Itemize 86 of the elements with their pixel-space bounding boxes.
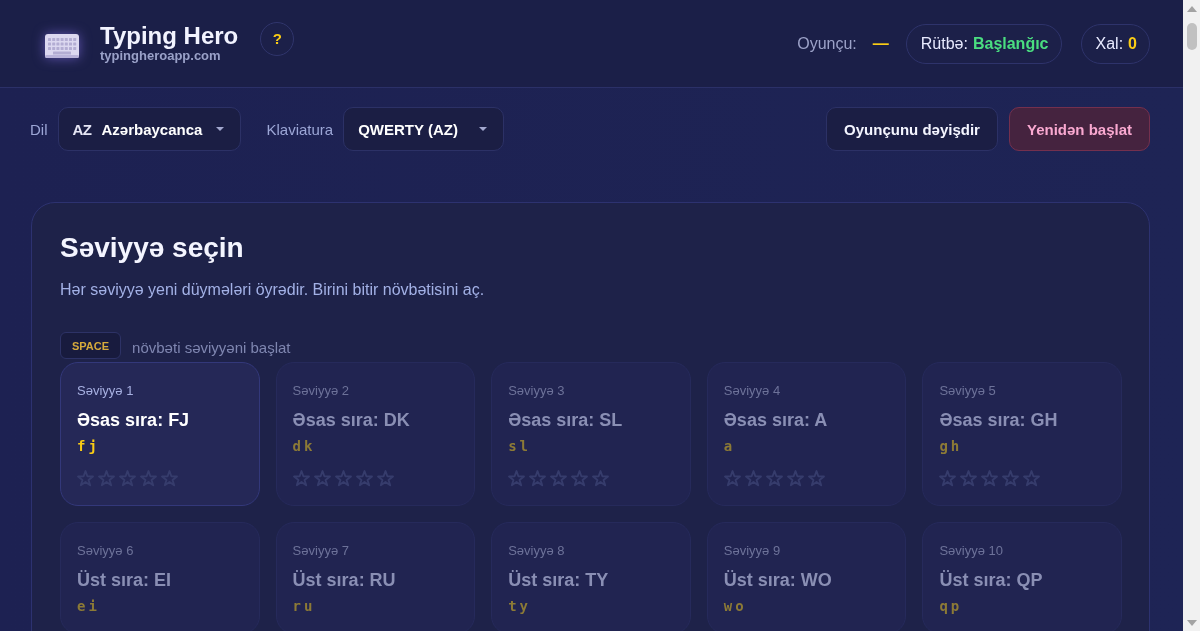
level-card[interactable]: Səviyyə 10 Üst sıra: QP qp <box>922 522 1122 631</box>
star-outline-icon <box>334 469 352 487</box>
level-card[interactable]: Səviyyə 2 Əsas sıra: DK dk <box>275 362 476 506</box>
keyboard-select[interactable]: QWERTY (AZ) <box>343 107 505 151</box>
star-outline-icon <box>981 469 999 487</box>
level-keys: wo <box>723 596 747 616</box>
space-key-badge: SPACE <box>60 332 122 359</box>
star-outline-icon <box>550 469 568 487</box>
app-title: Typing Hero <box>100 23 239 49</box>
level-title: Üst sıra: QP <box>939 569 1043 592</box>
level-keys: gh <box>939 436 963 456</box>
scroll-up-icon[interactable] <box>1186 6 1197 12</box>
level-keys: fj <box>77 436 100 456</box>
star-outline-icon <box>939 469 957 487</box>
caret-icon <box>215 127 224 131</box>
level-card[interactable]: Səviyyə 8 Üst sıra: TY ty <box>491 522 691 631</box>
hint-text: növbəti səviyyəni başlat <box>132 338 291 356</box>
level-keys: ty <box>508 596 532 616</box>
language-label: Dil <box>30 120 48 138</box>
level-keys: a <box>723 436 736 456</box>
level-card[interactable]: Səviyyə 7 Üst sıra: RU ru <box>275 522 476 631</box>
caret-icon <box>479 127 488 131</box>
scrollbar-thumb[interactable] <box>1186 23 1197 50</box>
star-outline-icon <box>529 469 547 487</box>
player-label: Oyunçu: <box>797 34 857 53</box>
player-name: — <box>872 34 889 53</box>
star-outline-icon <box>807 469 825 487</box>
level-keys: qp <box>939 596 963 616</box>
level-number: Səviyyə 1 <box>77 382 134 400</box>
star-outline-icon <box>960 469 978 487</box>
level-card[interactable]: Səviyyə 4 Əsas sıra: A a <box>706 362 907 506</box>
level-number: Səviyyə 5 <box>939 382 996 400</box>
level-number: Səviyyə 4 <box>723 382 781 400</box>
star-outline-icon <box>765 469 783 487</box>
level-card[interactable]: Səviyyə 9 Üst sıra: WO wo <box>706 522 907 631</box>
star-outline-icon <box>723 469 741 487</box>
level-title: Üst sıra: RU <box>292 569 396 592</box>
level-card[interactable]: Səviyyə 1 Əsas sıra: FJ fj <box>60 362 260 506</box>
level-card[interactable]: Səviyyə 5 Əsas sıra: GH gh <box>922 362 1122 506</box>
level-keys: ei <box>77 596 100 616</box>
level-title: Əsas sıra: A <box>723 409 828 432</box>
level-number: Səviyyə 10 <box>939 542 1003 560</box>
star-outline-icon <box>1023 469 1041 487</box>
scroll-down-icon[interactable] <box>1186 620 1197 626</box>
level-number: Səviyyə 9 <box>723 542 781 560</box>
level-keys: dk <box>292 436 316 456</box>
level-keys: sl <box>508 436 532 456</box>
star-outline-icon <box>1002 469 1020 487</box>
star-outline-icon <box>508 469 526 487</box>
change-player-button[interactable]: Oyunçunu dəyişdir <box>826 107 998 151</box>
scrollbar[interactable] <box>1183 0 1200 631</box>
level-number: Səviyyə 3 <box>508 382 565 400</box>
star-outline-icon <box>592 469 610 487</box>
help-button[interactable]: ? <box>260 21 295 56</box>
star-outline-icon <box>313 469 331 487</box>
level-keys: ru <box>292 596 316 616</box>
star-outline-icon <box>292 469 310 487</box>
rank-value: Başlanğıc <box>972 34 1049 53</box>
level-title: Əsas sıra: SL <box>508 409 623 432</box>
rank-label: Rütbə: <box>920 34 968 53</box>
keyboard-label: Klaviatura <box>266 120 334 138</box>
score-value: 0 <box>1128 34 1137 53</box>
language-select[interactable]: AZ Azərbaycanca <box>57 107 241 151</box>
level-title: Əsas sıra: FJ <box>77 409 190 432</box>
level-title: Əsas sıra: GH <box>939 409 1058 432</box>
star-outline-icon <box>786 469 804 487</box>
level-title: Üst sıra: WO <box>723 569 832 592</box>
restart-button[interactable]: Yenidən başlat <box>1008 107 1150 151</box>
level-title: Üst sıra: TY <box>508 569 609 592</box>
level-number: Səviyyə 6 <box>77 542 134 560</box>
star-outline-icon <box>744 469 762 487</box>
level-title: Əsas sıra: DK <box>292 409 410 432</box>
star-outline-icon <box>355 469 373 487</box>
level-number: Səviyyə 7 <box>292 542 349 560</box>
panel-subtitle: Hər səviyyə yeni düymələri öyrədir. Birini bitir növbətisini aç. <box>60 280 486 300</box>
level-card[interactable]: Səviyyə 3 Əsas sıra: SL sl <box>491 362 691 506</box>
level-number: Səviyyə 8 <box>508 542 565 560</box>
level-title: Üst sıra: EI <box>77 569 172 592</box>
keyboard-icon <box>45 34 79 58</box>
app-url: typingheroapp.com <box>100 49 222 63</box>
level-number: Səviyyə 2 <box>292 382 349 400</box>
score-label: Xal: <box>1095 34 1124 53</box>
star-outline-icon <box>376 469 394 487</box>
star-outline-icon <box>571 469 589 487</box>
panel-title: Səviyyə seçin <box>60 231 245 265</box>
level-card[interactable]: Səviyyə 6 Üst sıra: EI ei <box>60 522 260 631</box>
